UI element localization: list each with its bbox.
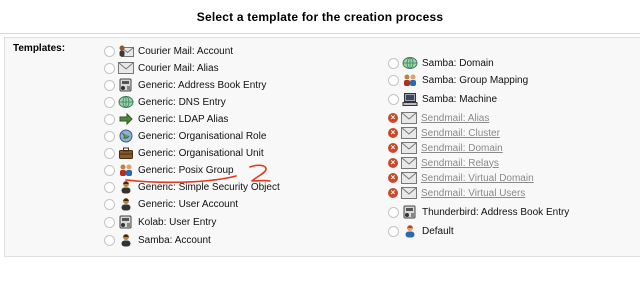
template-option-default[interactable]: Default <box>388 223 454 239</box>
default-user-icon <box>402 224 418 238</box>
template-option-courier-mail-alias[interactable]: Courier Mail: Alias <box>104 60 219 76</box>
dns-globe-icon <box>118 95 134 109</box>
template-option-generic-user-account[interactable]: Generic: User Account <box>104 196 238 212</box>
template-radio[interactable] <box>104 79 115 91</box>
template-option-courier-mail-account[interactable]: Courier Mail: Account <box>104 43 233 59</box>
left-template-column: Courier Mail: Account Courier Mail: Alias… <box>104 43 384 253</box>
user-icon <box>118 197 134 211</box>
disabled-marker-icon: × <box>388 128 398 138</box>
mail-icon <box>401 141 417 155</box>
page-header: Select a template for the creation proce… <box>0 0 640 34</box>
template-label: Courier Mail: Alias <box>138 62 219 74</box>
template-radio[interactable] <box>104 113 115 125</box>
template-radio[interactable] <box>104 234 115 246</box>
template-label[interactable]: Sendmail: Virtual Domain <box>421 173 534 184</box>
mail-user-icon <box>118 44 134 58</box>
disabled-marker-icon: × <box>388 173 398 183</box>
template-option-sendmail-relays[interactable]: × Sendmail: Relays <box>388 155 499 171</box>
mail-icon <box>118 61 134 75</box>
template-option-sendmail-alias[interactable]: × Sendmail: Alias <box>388 110 489 126</box>
template-radio[interactable] <box>388 93 399 105</box>
template-label: Default <box>422 225 454 237</box>
template-radio[interactable] <box>104 216 115 228</box>
template-label: Generic: DNS Entry <box>138 96 226 108</box>
template-option-generic-simple-security-object[interactable]: Generic: Simple Security Object <box>104 179 280 195</box>
template-radio[interactable] <box>104 198 115 210</box>
template-label: Samba: Machine <box>422 93 498 105</box>
template-option-generic-organisational-unit[interactable]: Generic: Organisational Unit <box>104 145 264 161</box>
template-option-thunderbird-address-book-entry[interactable]: Thunderbird: Address Book Entry <box>388 204 569 220</box>
user-icon <box>118 233 134 247</box>
disabled-marker-icon: × <box>388 113 398 123</box>
template-label[interactable]: Sendmail: Cluster <box>421 128 500 139</box>
template-label[interactable]: Sendmail: Alias <box>421 113 489 124</box>
template-label: Samba: Account <box>138 234 211 246</box>
template-radio[interactable] <box>388 206 399 218</box>
template-label: Samba: Domain <box>422 57 494 69</box>
template-label: Thunderbird: Address Book Entry <box>422 206 570 218</box>
template-label: Generic: LDAP Alias <box>138 113 229 125</box>
user-icon <box>118 180 134 194</box>
mail-icon <box>401 111 417 125</box>
right-template-column: Samba: Domain Samba: Group Mapping Samba: … <box>388 55 628 255</box>
template-radio[interactable] <box>388 57 399 69</box>
disabled-marker-icon: × <box>388 158 398 168</box>
template-option-sendmail-cluster[interactable]: × Sendmail: Cluster <box>388 125 500 141</box>
template-label: Kolab: User Entry <box>138 216 217 228</box>
template-radio[interactable] <box>104 181 115 193</box>
template-label: Generic: Posix Group <box>138 164 234 176</box>
template-radio[interactable] <box>104 62 115 74</box>
computer-icon <box>402 92 418 106</box>
template-label: Courier Mail: Account <box>138 45 234 57</box>
address-book-icon <box>402 205 418 219</box>
address-book-icon <box>118 78 134 92</box>
template-option-samba-domain[interactable]: Samba: Domain <box>388 55 494 71</box>
template-option-kolab-user-entry[interactable]: Kolab: User Entry <box>104 214 216 230</box>
template-radio[interactable] <box>104 130 115 142</box>
templates-label: Templates: <box>13 43 66 54</box>
address-book-icon <box>118 215 134 229</box>
group-icon <box>402 73 418 87</box>
template-label: Generic: Organisational Role <box>138 130 267 142</box>
template-label: Samba: Group Mapping <box>422 74 529 86</box>
template-option-generic-address-book-entry[interactable]: Generic: Address Book Entry <box>104 77 266 93</box>
globe-role-icon <box>118 129 134 143</box>
template-option-samba-group-mapping[interactable]: Samba: Group Mapping <box>388 72 528 88</box>
page-title: Select a template for the creation proce… <box>196 9 444 24</box>
template-radio[interactable] <box>388 225 399 237</box>
arrow-right-icon <box>118 112 134 126</box>
template-option-generic-ldap-alias[interactable]: Generic: LDAP Alias <box>104 111 228 127</box>
template-label[interactable]: Sendmail: Relays <box>421 158 499 169</box>
template-option-sendmail-virtual-users[interactable]: × Sendmail: Virtual Users <box>388 185 525 201</box>
template-label[interactable]: Sendmail: Domain <box>421 143 503 154</box>
template-option-generic-dns-entry[interactable]: Generic: DNS Entry <box>104 94 226 110</box>
template-label: Generic: Address Book Entry <box>138 79 267 91</box>
template-radio[interactable] <box>104 96 115 108</box>
template-option-generic-organisational-role[interactable]: Generic: Organisational Role <box>104 128 266 144</box>
templates-panel: Templates: Courier Mail: Account Courier … <box>4 37 640 257</box>
template-radio[interactable] <box>104 164 115 176</box>
dns-globe-icon <box>402 56 418 70</box>
template-label: Generic: Simple Security Object <box>138 181 280 193</box>
template-label: Generic: User Account <box>138 198 239 210</box>
template-label: Generic: Organisational Unit <box>138 147 264 159</box>
template-radio[interactable] <box>104 147 115 159</box>
template-radio[interactable] <box>104 45 115 57</box>
template-label[interactable]: Sendmail: Virtual Users <box>421 188 525 199</box>
template-option-generic-posix-group[interactable]: Generic: Posix Group <box>104 162 234 178</box>
mail-icon <box>401 171 417 185</box>
briefcase-icon <box>118 146 134 160</box>
mail-icon <box>401 156 417 170</box>
template-option-sendmail-domain[interactable]: × Sendmail: Domain <box>388 140 503 156</box>
disabled-marker-icon: × <box>388 143 398 153</box>
template-option-sendmail-virtual-domain[interactable]: × Sendmail: Virtual Domain <box>388 170 534 186</box>
disabled-marker-icon: × <box>388 188 398 198</box>
template-option-samba-account[interactable]: Samba: Account <box>104 232 211 248</box>
template-radio[interactable] <box>388 74 399 86</box>
template-option-samba-machine[interactable]: Samba: Machine <box>388 91 497 107</box>
mail-icon <box>401 126 417 140</box>
group-icon <box>118 163 134 177</box>
mail-icon <box>401 186 417 200</box>
